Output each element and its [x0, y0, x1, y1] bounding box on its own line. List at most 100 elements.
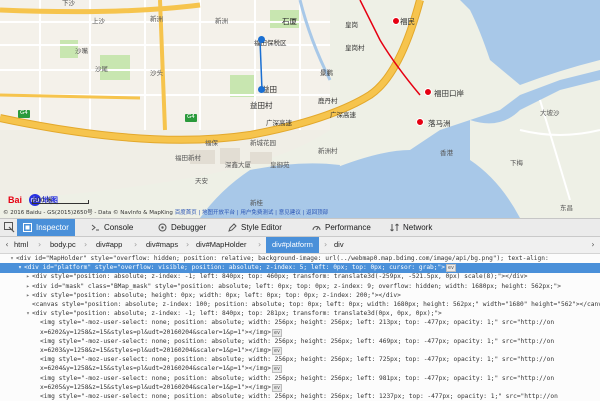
event-badge[interactable]: ev [271, 328, 282, 337]
map-tiles[interactable] [0, 0, 600, 218]
map-label: 新洲 [215, 17, 228, 25]
map-label: 落马洲 [428, 119, 451, 128]
markup-code: <img style="-moz-user-select: none; posi… [40, 393, 558, 400]
map-label: 新桂 [250, 199, 263, 207]
map-label: 皇岗村 [345, 44, 365, 52]
breadcrumb-item[interactable]: html [14, 237, 28, 253]
map-label: 福保 [205, 139, 218, 147]
breadcrumb-item-selected[interactable]: div#platform [266, 237, 319, 253]
debugger-icon [158, 223, 167, 232]
markup-code: <div id="MapHolder" style="overflow: hid… [16, 255, 549, 262]
inspector-icon [23, 223, 32, 232]
map-view[interactable]: 下沙 上沙 沙嘴 沙头 新洲 新洲 沙尾 石厦 福田保税区 皇岗 皇岗村 福民 … [0, 0, 600, 218]
devtools-toolbar: Inspector Console Debugger Style Editor … [0, 219, 600, 237]
map-label: 沙头 [150, 69, 163, 77]
breadcrumb-separator-icon: › [186, 240, 190, 249]
map-label: 下沙 [62, 0, 75, 7]
map-label: 下梅 [510, 159, 523, 167]
markup-code: x=6202&y=1258&z=15&styles=pl&udt=2016020… [40, 328, 271, 336]
markup-code: <div id="mask" class="BMap_mask" style="… [32, 282, 561, 290]
event-badge[interactable]: ev [445, 264, 456, 273]
map-label: 景鹏 [320, 69, 333, 77]
network-icon [390, 223, 399, 232]
tab-inspector[interactable]: Inspector [17, 219, 75, 236]
tab-debugger[interactable]: Debugger [152, 219, 214, 236]
highway-shield: G4 [185, 114, 197, 122]
tab-label: Inspector [36, 223, 69, 232]
tab-label: Debugger [171, 223, 207, 232]
scale-bar [32, 200, 89, 204]
tab-label: Performance [325, 223, 371, 232]
markup-code: <img style="-moz-user-select: none; posi… [40, 356, 555, 364]
map-label: 福田新村 [175, 154, 201, 162]
map-label: 香港 [440, 149, 453, 157]
map-label: 福民 [400, 17, 415, 26]
markup-code: <canvas style="position: absolute; z-ind… [32, 301, 600, 308]
breadcrumb-back-icon[interactable]: ‹ [2, 240, 12, 250]
breadcrumb-item[interactable]: div#app [96, 237, 122, 253]
tab-console[interactable]: Console [85, 219, 143, 236]
markup-code: <img style="-moz-user-select: none; posi… [40, 374, 555, 382]
breadcrumb-separator-icon: › [38, 240, 42, 249]
map-label: 广深高速 [266, 119, 292, 127]
markup-code: <img style="-moz-user-select: none; posi… [40, 319, 555, 327]
tab-label: Style Editor [241, 223, 282, 232]
map-label: 皇岗 [345, 21, 358, 29]
markup-code: <div style="position: absolute; z-index:… [32, 273, 528, 281]
event-badge[interactable]: ev [271, 365, 282, 374]
markup-tree[interactable]: ▾ <div id="MapHolder" style="overflow: hi… [0, 254, 600, 401]
breadcrumb-item[interactable]: div [334, 237, 344, 253]
breadcrumb-separator-icon: › [258, 240, 262, 249]
markup-code: x=6204&y=1258&z=15&styles=pl&udt=2016020… [40, 365, 271, 373]
breadcrumb: ‹ html › body.pc › div#app › div#maps › … [0, 237, 600, 254]
console-icon [91, 224, 99, 231]
markup-code: x=6205&y=1258&z=15&styles=pl&udt=2016020… [40, 383, 271, 391]
event-badge[interactable]: ev [271, 383, 282, 392]
copyright-text: © 2016 Baidu - GS(2015)2650号 - Data © Na… [3, 210, 173, 216]
pick-element-icon[interactable] [3, 221, 16, 234]
metro-station-icon[interactable] [416, 118, 424, 126]
breadcrumb-forward-icon[interactable]: › [588, 240, 598, 250]
tab-network[interactable]: Network [384, 219, 448, 236]
breadcrumb-item[interactable]: body.pc [50, 237, 76, 253]
map-label: 广深高速 [330, 111, 356, 119]
metro-station-icon[interactable] [258, 36, 265, 43]
footer-links[interactable]: 百度首页 | 地图开放平台 | 用户免费测试 | 意见建议 | 返回顶部 [175, 210, 328, 216]
breadcrumb-separator-icon: › [324, 240, 328, 249]
map-label: 上沙 [92, 17, 105, 25]
breadcrumb-item[interactable]: div#maps [146, 237, 178, 253]
map-label: 沙嘴 [75, 47, 88, 55]
map-label: 皇御苑 [270, 161, 290, 169]
map-label: 大坡沙 [540, 109, 560, 117]
markup-code: <div style="position: absolute; z-index:… [32, 310, 442, 318]
devtools-panel: Inspector Console Debugger Style Editor … [0, 218, 600, 401]
tab-label: Network [403, 223, 433, 232]
map-label: 沙尾 [95, 65, 108, 73]
markup-code: x=6203&y=1258&z=15&styles=pl&udt=2016020… [40, 347, 271, 354]
tab-performance[interactable]: Performance [306, 219, 382, 236]
logo-text: Bai [8, 195, 23, 205]
map-label: 新洲 [150, 15, 163, 23]
style-editor-icon [228, 223, 237, 232]
map-label: 福田口岸 [434, 89, 464, 98]
map-label: 天安 [195, 177, 208, 185]
map-label: 益田村 [250, 101, 273, 110]
metro-station-icon[interactable] [258, 86, 265, 93]
map-label: 新洲村 [318, 147, 338, 155]
metro-station-icon[interactable] [392, 17, 400, 25]
tab-label: Console [104, 223, 134, 232]
map-label: 深鑫大厦 [225, 161, 251, 169]
performance-icon [312, 226, 321, 231]
event-badge[interactable]: ev [271, 347, 282, 355]
map-copyright: © 2016 Baidu - GS(2015)2650号 - Data © Na… [0, 209, 600, 218]
map-label: 鹿丹村 [318, 97, 338, 105]
metro-station-icon[interactable] [424, 88, 432, 96]
breadcrumb-separator-icon: › [84, 240, 88, 249]
markup-code: <div style="position: absolute; height: … [32, 291, 401, 299]
breadcrumb-separator-icon: › [134, 240, 138, 249]
map-label: 石厦 [282, 17, 297, 26]
tab-style-editor[interactable]: Style Editor [222, 219, 296, 236]
map-label: 新城花园 [250, 139, 276, 147]
breadcrumb-item[interactable]: div#MapHolder [196, 237, 246, 253]
markup-code: <div id="platform" style="overflow: visi… [24, 264, 445, 272]
